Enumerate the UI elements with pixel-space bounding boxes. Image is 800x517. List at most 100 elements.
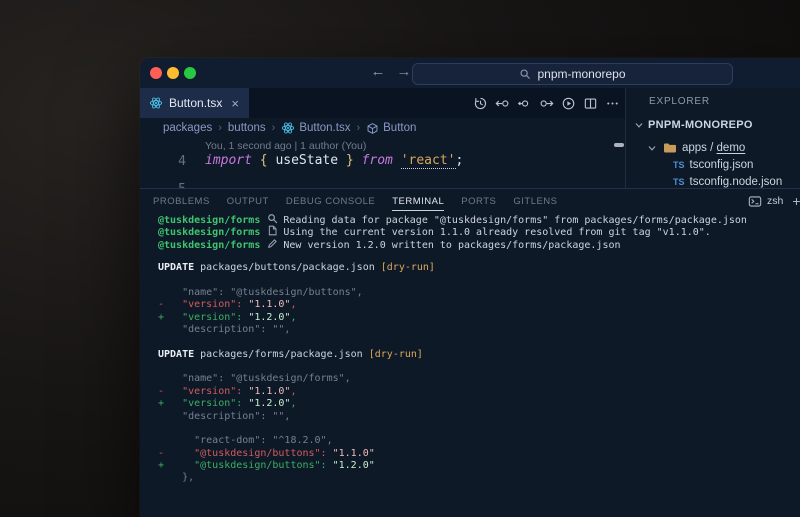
terminal-text: + "version":: [158, 312, 248, 323]
terminal-text: },: [158, 472, 194, 483]
code-token: ;: [456, 153, 464, 168]
terminal-line: [158, 423, 800, 435]
panel-tab-problems[interactable]: PROBLEMS: [153, 192, 210, 210]
editor-area: Button.tsx × packages › buttons › Button.tsx…: [140, 88, 625, 188]
breadcrumb-label: packages: [163, 122, 212, 134]
editor-scrollbar-thumb[interactable]: [614, 143, 624, 147]
terminal-text: "react-dom": "^18.2.0",: [158, 435, 333, 446]
terminal-line: + "version": "1.2.0",: [158, 312, 800, 324]
terminal-text: ,: [290, 398, 296, 409]
breadcrumb-separator: ›: [356, 122, 360, 134]
document-icon: [267, 225, 278, 236]
terminal-line: [158, 250, 800, 262]
open-changes-next-icon[interactable]: [538, 95, 554, 111]
terminal-text: @tuskdesign/forms: [158, 215, 260, 226]
react-icon: [281, 121, 295, 135]
panel-tab-gitlens[interactable]: GITLENS: [513, 192, 557, 210]
terminal-text: ,: [290, 299, 296, 310]
breadcrumb-item-buttons[interactable]: buttons: [228, 122, 266, 134]
chevron-down-icon: [646, 142, 658, 154]
terminal-text: - "@tuskdesign/buttons":: [158, 448, 333, 459]
terminal-text: "1.2.0": [248, 398, 290, 409]
terminal-text: [dry-run]: [381, 262, 435, 273]
explorer-item-tsconfig.json[interactable]: TStsconfig.json: [673, 156, 753, 173]
tab-label: Button.tsx: [169, 96, 222, 110]
terminal-line: [158, 361, 800, 373]
shell-name[interactable]: zsh: [767, 195, 783, 207]
navigate-back-button[interactable]: ←: [368, 63, 388, 80]
more-actions-icon[interactable]: [604, 95, 620, 111]
terminal-line: UPDATE packages/buttons/package.json [dr…: [158, 262, 800, 274]
terminal-text: "1.1.0": [248, 299, 290, 310]
breadcrumb-item-button[interactable]: Button: [366, 122, 416, 135]
breadcrumb: packages›buttons›Button.tsx›Button: [140, 118, 648, 138]
close-window-button[interactable]: [150, 67, 162, 79]
open-changes-previous-icon[interactable]: [494, 95, 510, 111]
desktop-background: ← → pnpm-monorepo Button.tsx × packages ›…: [0, 0, 800, 517]
command-center[interactable]: pnpm-monorepo: [412, 63, 733, 85]
terminal-text: Using the current version 1.1.0 already …: [283, 227, 710, 238]
terminal-text: + "@tuskdesign/buttons":: [158, 460, 333, 471]
terminal-text: "name": "@tuskdesign/buttons",: [158, 287, 363, 298]
zoom-window-button[interactable]: [184, 67, 196, 79]
terminal-shell-controls: zsh +: [748, 189, 800, 213]
panel-tab-ports[interactable]: PORTS: [461, 192, 496, 210]
symbol-class-icon: [366, 122, 379, 135]
terminal-panel: PROBLEMS OUTPUT DEBUG CONSOLE TERMINAL PORTS…: [140, 188, 800, 517]
code-token: [393, 153, 401, 168]
explorer-title: EXPLORER: [649, 96, 710, 107]
terminal-text: - "version":: [158, 386, 248, 397]
editor-body[interactable]: You, 1 second ago | 1 author (You) 4 imp…: [140, 138, 625, 188]
breadcrumb-label: Button: [383, 122, 416, 134]
tab-button-tsx[interactable]: Button.tsx ×: [140, 88, 249, 118]
explorer-sidebar: EXPLORER PNPM-MONOREPO apps / demo TStsco…: [625, 88, 800, 188]
terminal-text: "description": "",: [158, 324, 290, 335]
explorer-root-label: PNPM-MONOREPO: [648, 119, 753, 131]
terminal-line: "description": "",: [158, 411, 800, 423]
line-number: 4: [140, 154, 186, 169]
navigate-forward-button[interactable]: →: [394, 63, 414, 80]
panel-tabs: PROBLEMS OUTPUT DEBUG CONSOLE TERMINAL PORTS…: [153, 189, 558, 213]
compare-changes-icon[interactable]: [516, 95, 532, 111]
panel-tab-terminal[interactable]: TERMINAL: [392, 192, 444, 211]
code-token: 'react': [401, 153, 456, 169]
breadcrumb-item-packages[interactable]: packages: [163, 122, 212, 134]
breadcrumb-item-button-tsx[interactable]: Button.tsx: [281, 121, 350, 135]
terminal-line: "react-dom": "^18.2.0",: [158, 435, 800, 447]
breadcrumb-label: buttons: [228, 122, 266, 134]
code-token: import: [205, 153, 252, 168]
terminal-line: - "version": "1.1.0",: [158, 386, 800, 398]
terminal-text: @tuskdesign/forms: [158, 227, 260, 238]
code-token: [354, 153, 362, 168]
chevron-down-icon: [633, 119, 645, 131]
code-line: import { useState } from 'react';: [205, 153, 463, 168]
explorer-item-apps-demo[interactable]: apps / demo: [646, 139, 745, 156]
history-icon[interactable]: [472, 95, 488, 111]
search-icon: [519, 68, 531, 80]
terminal-text: UPDATE: [158, 262, 194, 273]
explorer-item-tsconfig.node.json[interactable]: TStsconfig.node.json: [673, 173, 782, 188]
terminal-text: ,: [290, 386, 296, 397]
panel-tab-output[interactable]: OUTPUT: [227, 192, 269, 210]
gitlens-codelens[interactable]: You, 1 second ago | 1 author (You): [205, 140, 366, 152]
panel-tab-debug-console[interactable]: DEBUG CONSOLE: [286, 192, 375, 210]
terminal-line: "name": "@tuskdesign/buttons",: [158, 287, 800, 299]
breadcrumb-separator: ›: [218, 122, 222, 134]
terminal-text: "1.2.0": [333, 460, 375, 471]
minimize-window-button[interactable]: [167, 67, 179, 79]
terminal-text: [dry-run]: [369, 349, 423, 360]
terminal-text: "description": "",: [158, 411, 290, 422]
explorer-root-folder[interactable]: PNPM-MONOREPO: [633, 119, 753, 131]
run-file-icon[interactable]: [560, 95, 576, 111]
terminal-output[interactable]: @tuskdesign/formsReading data for packag…: [158, 213, 800, 517]
pencil-icon: [267, 238, 278, 249]
code-token: from: [362, 153, 393, 168]
command-center-value: pnpm-monorepo: [537, 67, 625, 81]
terminal-icon: [748, 195, 762, 208]
terminal-text: packages/buttons/package.json: [194, 262, 381, 273]
terminal-text: ,: [290, 312, 296, 323]
close-tab-icon[interactable]: ×: [231, 96, 239, 111]
explorer-item-label: apps / demo: [682, 142, 745, 154]
new-terminal-button[interactable]: +: [792, 193, 800, 209]
split-editor-icon[interactable]: [582, 95, 598, 111]
